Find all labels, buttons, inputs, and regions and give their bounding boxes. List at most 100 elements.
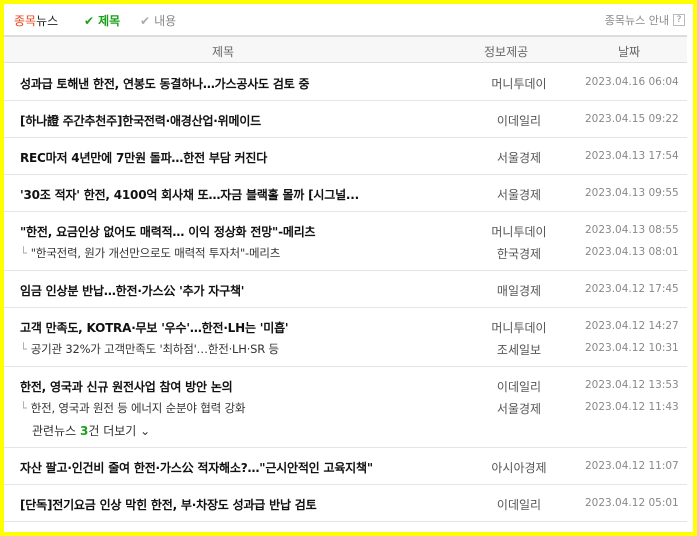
news-date: 2023.04.12 05:01	[585, 497, 679, 509]
news-title-text: 자산 팔고·인건비 줄여 한전·가스公 적자해소?…"근시안적인 고육지책"	[20, 461, 373, 475]
news-date: 2023.04.12 11:43	[585, 401, 679, 413]
news-group: 고객 만족도, KOTRA·무보 '우수'…한전·LH는 '미흡' 머니투데이 20…	[4, 308, 687, 367]
news-title[interactable]: 자산 팔고·인건비 줄여 한전·가스公 적자해소?…"근시안적인 고육지책"	[20, 459, 373, 476]
news-panel: 종목뉴스 ✔ 제목 ✔ 내용 종목뉴스 안내 ? 제목 정보제공 날짜 성과급 …	[4, 4, 693, 532]
tab-title-highlight: 종목	[14, 14, 37, 28]
more-suffix: 건 더보기	[88, 424, 137, 438]
filter-content-toggle[interactable]: ✔ 내용	[140, 12, 176, 29]
news-source: 머니투데이	[491, 77, 547, 91]
news-title-text: '30조 적자' 한전, 4100억 회사채 또…자금 블랙홀 몰까 [시그널.…	[20, 188, 359, 202]
more-prefix: 관련뉴스	[32, 424, 80, 438]
news-row[interactable]: 한전, 영국과 신규 원전사업 참여 방안 논의 이데일리 2023.04.12 1…	[4, 374, 687, 396]
news-group: "한전, 요금인상 없어도 매력적… 이익 정상화 전망"-메리츠 머니투데이 20…	[4, 212, 687, 271]
top-bar: 종목뉴스 ✔ 제목 ✔ 내용 종목뉴스 안내 ?	[4, 4, 693, 34]
guide-label: 종목뉴스 안내	[604, 14, 669, 27]
news-list: 성과급 토해낸 한전, 연봉도 동결하나…가스공사도 검토 중 머니투데이 2023…	[4, 64, 687, 522]
news-group: [하나證 주간추천주]한국전력·애경산업·위메이드 이데일리 2023.04.15 …	[4, 101, 687, 138]
news-source: 머니투데이	[491, 225, 547, 239]
news-source: 서울경제	[496, 151, 542, 165]
news-date: 2023.04.13 17:54	[585, 150, 679, 162]
news-date: 2023.04.15 09:22	[585, 113, 679, 125]
news-title-text: "한국전력, 원가 개선만으로도 매력적 투자처"-메리츠	[30, 246, 281, 260]
branch-icon: └	[20, 342, 27, 356]
news-source: 이데일리	[496, 380, 542, 394]
news-row[interactable]: 고객 만족도, KOTRA·무보 '우수'…한전·LH는 '미흡' 머니투데이 20…	[4, 315, 687, 337]
news-title[interactable]: "한전, 요금인상 없어도 매력적… 이익 정상화 전망"-메리츠	[20, 223, 316, 240]
news-date: 2023.04.12 10:31	[585, 342, 679, 354]
news-title-text: 한전, 영국과 원전 등 에너지 순분야 협력 강화	[30, 401, 246, 415]
related-news-row[interactable]: └ "한국전력, 원가 개선만으로도 매력적 투자처"-메리츠 한국경제 2023.0…	[4, 241, 687, 263]
news-group: 한전, 영국과 신규 원전사업 참여 방안 논의 이데일리 2023.04.12 1…	[4, 367, 687, 448]
news-title-text: "한전, 요금인상 없어도 매력적… 이익 정상화 전망"-메리츠	[20, 225, 316, 239]
news-title[interactable]: 한전, 영국과 신규 원전사업 참여 방안 논의	[20, 378, 233, 395]
check-icon: ✔	[140, 13, 151, 28]
news-title-text: 한전, 영국과 신규 원전사업 참여 방안 논의	[20, 380, 233, 394]
news-group: '30조 적자' 한전, 4100억 회사채 또…자금 블랙홀 몰까 [시그널.…	[4, 175, 687, 212]
news-date: 2023.04.12 13:53	[585, 379, 679, 391]
news-date: 2023.04.13 08:01	[585, 246, 679, 258]
news-title[interactable]: 임금 인상분 반납…한전·가스公 '추가 자구책'	[20, 282, 244, 299]
news-row[interactable]: 자산 팔고·인건비 줄여 한전·가스公 적자해소?…"근시안적인 고육지책" 아시…	[4, 455, 687, 477]
news-row[interactable]: [하나證 주간추천주]한국전력·애경산업·위메이드 이데일리 2023.04.15 …	[4, 108, 687, 130]
help-icon: ?	[673, 14, 685, 26]
tab-title-rest: 뉴스	[36, 14, 59, 28]
news-source: 아시아경제	[491, 461, 547, 475]
news-title[interactable]: └ 한전, 영국과 원전 등 에너지 순분야 협력 강화	[20, 400, 245, 416]
related-news-row[interactable]: └ 공기관 32%가 고객만족도 '최하점'…한전·LH·SR 등 조세일보 2023…	[4, 337, 687, 359]
column-header-title: 제목	[212, 45, 235, 59]
news-source: 서울경제	[496, 188, 542, 202]
news-date: 2023.04.12 11:07	[585, 460, 679, 472]
news-source: 한국경제	[496, 247, 542, 261]
news-source: 머니투데이	[491, 321, 547, 335]
news-group: 임금 인상분 반납…한전·가스公 '추가 자구책' 매일경제 2023.04.12 …	[4, 271, 687, 308]
news-source: 서울경제	[496, 402, 542, 416]
news-group: REC마저 4년만에 7만원 돌파…한전 부담 커진다 서울경제 2023.04.1…	[4, 138, 687, 175]
news-title[interactable]: └ "한국전력, 원가 개선만으로도 매력적 투자처"-메리츠	[20, 245, 280, 261]
news-source: 조세일보	[496, 343, 542, 357]
news-row[interactable]: 성과급 토해낸 한전, 연봉도 동결하나…가스공사도 검토 중 머니투데이 2023…	[4, 71, 687, 93]
news-title[interactable]: 고객 만족도, KOTRA·무보 '우수'…한전·LH는 '미흡'	[20, 319, 289, 336]
news-source: 이데일리	[496, 114, 542, 128]
news-title[interactable]: [단독]전기요금 인상 막힌 한전, 부·차장도 성과급 반납 검토	[20, 496, 317, 513]
news-row[interactable]: [단독]전기요금 인상 막힌 한전, 부·차장도 성과급 반납 검토 이데일리 20…	[4, 492, 687, 514]
news-source: 이데일리	[496, 498, 542, 512]
news-title[interactable]: '30조 적자' 한전, 4100억 회사채 또…자금 블랙홀 몰까 [시그널.…	[20, 186, 359, 203]
news-group: 성과급 토해낸 한전, 연봉도 동결하나…가스공사도 검토 중 머니투데이 2023…	[4, 64, 687, 101]
news-date: 2023.04.12 17:45	[585, 283, 679, 295]
news-title[interactable]: REC마저 4년만에 7만원 돌파…한전 부담 커진다	[20, 149, 267, 166]
news-title-text: [하나證 주간추천주]한국전력·애경산업·위메이드	[20, 114, 262, 128]
news-group: [단독]전기요금 인상 막힌 한전, 부·차장도 성과급 반납 검토 이데일리 20…	[4, 485, 687, 522]
news-title-text: 성과급 토해낸 한전, 연봉도 동결하나…가스공사도 검토 중	[20, 77, 310, 91]
stock-news-tab[interactable]: 종목뉴스	[14, 12, 58, 29]
news-date: 2023.04.13 09:55	[585, 187, 679, 199]
news-source: 매일경제	[496, 284, 542, 298]
filter-title-label: 제목	[98, 14, 121, 28]
news-title-text: 임금 인상분 반납…한전·가스公 '추가 자구책'	[20, 284, 245, 298]
news-date: 2023.04.12 14:27	[585, 320, 679, 332]
news-title-text: [단독]전기요금 인상 막힌 한전, 부·차장도 성과급 반납 검토	[20, 498, 317, 512]
news-row[interactable]: 임금 인상분 반납…한전·가스公 '추가 자구책' 매일경제 2023.04.12 …	[4, 278, 687, 300]
related-news-row[interactable]: └ 한전, 영국과 원전 등 에너지 순분야 협력 강화 서울경제 2023.04.1…	[4, 396, 687, 418]
news-date: 2023.04.16 06:04	[585, 76, 679, 88]
check-icon: ✔	[84, 13, 95, 28]
news-title[interactable]: [하나證 주간추천주]한국전력·애경산업·위메이드	[20, 112, 261, 129]
filter-title-toggle[interactable]: ✔ 제목	[84, 12, 120, 29]
news-row[interactable]: REC마저 4년만에 7만원 돌파…한전 부담 커진다 서울경제 2023.04.1…	[4, 145, 687, 167]
news-row[interactable]: "한전, 요금인상 없어도 매력적… 이익 정상화 전망"-메리츠 머니투데이 20…	[4, 219, 687, 241]
column-header-date: 날짜	[618, 45, 641, 59]
news-title-text: 고객 만족도, KOTRA·무보 '우수'…한전·LH는 '미흡'	[20, 321, 289, 335]
news-row[interactable]: '30조 적자' 한전, 4100억 회사채 또…자금 블랙홀 몰까 [시그널.…	[4, 182, 687, 204]
news-title-text: 공기관 32%가 고객만족도 '최하점'…한전·LH·SR 등	[30, 342, 279, 356]
stock-news-guide-link[interactable]: 종목뉴스 안내 ?	[605, 12, 685, 28]
column-header-source: 정보제공	[484, 45, 529, 59]
news-title[interactable]: 성과급 토해낸 한전, 연봉도 동결하나…가스공사도 검토 중	[20, 75, 310, 92]
more-related-news-button[interactable]: 관련뉴스 3건 더보기 ⌄	[4, 418, 687, 440]
news-group: 자산 팔고·인건비 줄여 한전·가스公 적자해소?…"근시안적인 고육지책" 아시…	[4, 448, 687, 485]
news-title-text: REC마저 4년만에 7만원 돌파…한전 부담 커진다	[20, 151, 268, 165]
news-title[interactable]: └ 공기관 32%가 고객만족도 '최하점'…한전·LH·SR 등	[20, 341, 279, 357]
table-header: 제목 정보제공 날짜	[4, 35, 687, 63]
filter-content-label: 내용	[154, 14, 177, 28]
branch-icon: └	[20, 246, 27, 260]
chevron-down-icon: ⌄	[140, 424, 151, 438]
news-date: 2023.04.13 08:55	[585, 224, 679, 236]
